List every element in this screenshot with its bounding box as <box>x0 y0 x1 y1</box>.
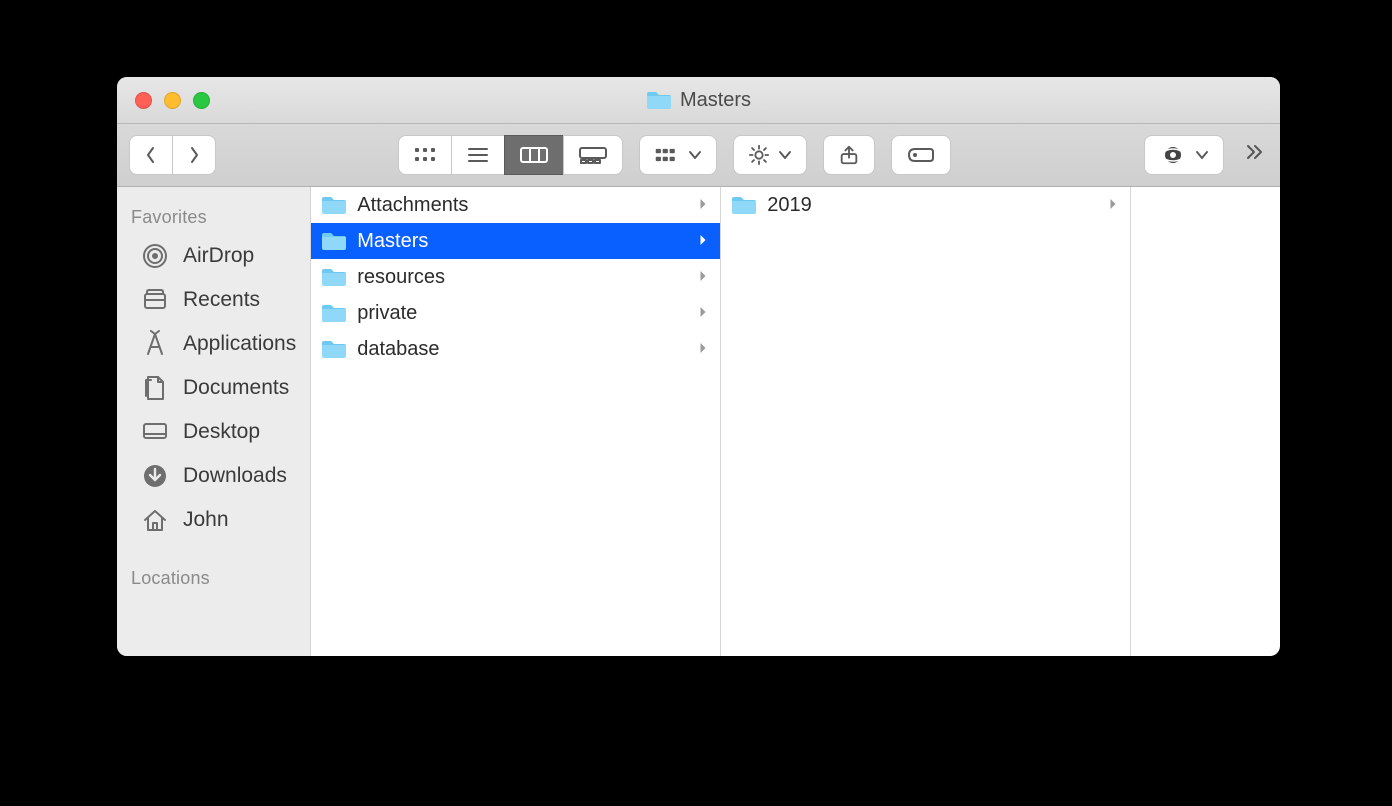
folder-icon <box>731 194 757 216</box>
sidebar-item-label: Desktop <box>183 420 260 444</box>
item-label: database <box>357 338 439 361</box>
chevron-down-icon <box>778 150 792 160</box>
documents-icon <box>141 374 169 402</box>
chevron-left-icon <box>144 145 158 165</box>
tags-button[interactable] <box>891 135 951 175</box>
sidebar-item-documents[interactable]: Documents <box>117 366 310 410</box>
view-icon-button[interactable] <box>398 135 452 175</box>
sidebar: Favorites AirDrop Recents Applications D… <box>117 187 311 656</box>
tag-icon <box>906 145 936 165</box>
column-view-icon <box>519 145 549 165</box>
item-label: resources <box>357 266 445 289</box>
forward-button[interactable] <box>172 135 216 175</box>
sidebar-heading-locations: Locations <box>117 560 310 595</box>
chevron-right-icon <box>187 145 201 165</box>
list-item[interactable]: private <box>311 295 720 331</box>
close-window-button[interactable] <box>135 92 152 109</box>
sidebar-item-recents[interactable]: Recents <box>117 278 310 322</box>
list-item[interactable]: 2019 <box>721 187 1130 223</box>
finder-window: Masters <box>117 77 1280 656</box>
sidebar-item-home[interactable]: John <box>117 498 310 542</box>
sidebar-item-label: Recents <box>183 288 260 312</box>
view-gallery-button[interactable] <box>563 135 623 175</box>
chevron-right-icon <box>698 302 708 324</box>
minimize-window-button[interactable] <box>164 92 181 109</box>
column-1: 2019 <box>721 187 1131 656</box>
action-menu-button[interactable] <box>733 135 807 175</box>
chevron-right-icon <box>698 194 708 216</box>
folder-icon <box>321 194 347 216</box>
folder-icon <box>321 338 347 360</box>
share-icon <box>838 144 860 166</box>
chevron-right-icon <box>1108 194 1118 216</box>
view-list-button[interactable] <box>451 135 505 175</box>
list-item[interactable]: Masters <box>311 223 720 259</box>
zoom-window-button[interactable] <box>193 92 210 109</box>
sidebar-item-label: AirDrop <box>183 244 254 268</box>
sidebar-item-label: Downloads <box>183 464 287 488</box>
nav-buttons <box>129 135 216 175</box>
column-2-empty <box>1131 187 1280 656</box>
gallery-view-icon <box>578 145 608 165</box>
back-button[interactable] <box>129 135 173 175</box>
list-item[interactable]: resources <box>311 259 720 295</box>
eye-icon <box>1159 146 1187 164</box>
window-controls <box>117 92 210 109</box>
chevron-right-icon <box>698 338 708 360</box>
gear-icon <box>748 144 770 166</box>
column-view: Attachments Masters resources private <box>311 187 1280 656</box>
chevrons-right-icon <box>1244 142 1264 162</box>
chevron-down-icon <box>688 150 702 160</box>
quicklook-menu-button[interactable] <box>1144 135 1224 175</box>
chevron-right-icon <box>698 266 708 288</box>
view-mode-buttons <box>398 135 623 175</box>
toolbar <box>117 124 1280 187</box>
list-item[interactable]: database <box>311 331 720 367</box>
window-body: Favorites AirDrop Recents Applications D… <box>117 187 1280 656</box>
sidebar-item-applications[interactable]: Applications <box>117 322 310 366</box>
applications-icon <box>141 330 169 358</box>
folder-icon <box>321 230 347 252</box>
sidebar-item-desktop[interactable]: Desktop <box>117 410 310 454</box>
list-item[interactable]: Attachments <box>311 187 720 223</box>
toolbar-overflow-button[interactable] <box>1240 142 1268 168</box>
desktop-icon <box>141 418 169 446</box>
home-icon <box>141 506 169 534</box>
recents-icon <box>141 286 169 314</box>
item-label: Attachments <box>357 194 468 217</box>
sidebar-item-downloads[interactable]: Downloads <box>117 454 310 498</box>
group-icon <box>654 146 680 164</box>
list-view-icon <box>466 145 490 165</box>
folder-icon <box>321 302 347 324</box>
view-column-button[interactable] <box>504 135 564 175</box>
sidebar-item-label: Applications <box>183 332 296 356</box>
sidebar-item-label: John <box>183 508 229 532</box>
sidebar-heading-favorites: Favorites <box>117 199 310 234</box>
sidebar-item-label: Documents <box>183 376 289 400</box>
item-label: 2019 <box>767 194 812 217</box>
title-folder-icon <box>646 89 672 111</box>
window-title: Masters <box>680 89 751 112</box>
group-by-button[interactable] <box>639 135 717 175</box>
chevron-right-icon <box>698 230 708 252</box>
column-0: Attachments Masters resources private <box>311 187 721 656</box>
item-label: Masters <box>357 230 428 253</box>
icon-view-icon <box>413 145 437 165</box>
share-button[interactable] <box>823 135 875 175</box>
airdrop-icon <box>141 242 169 270</box>
titlebar: Masters <box>117 77 1280 124</box>
sidebar-item-airdrop[interactable]: AirDrop <box>117 234 310 278</box>
sidebar-favorites-list: AirDrop Recents Applications Documents D… <box>117 234 310 542</box>
chevron-down-icon <box>1195 150 1209 160</box>
item-label: private <box>357 302 417 325</box>
downloads-icon <box>141 462 169 490</box>
folder-icon <box>321 266 347 288</box>
